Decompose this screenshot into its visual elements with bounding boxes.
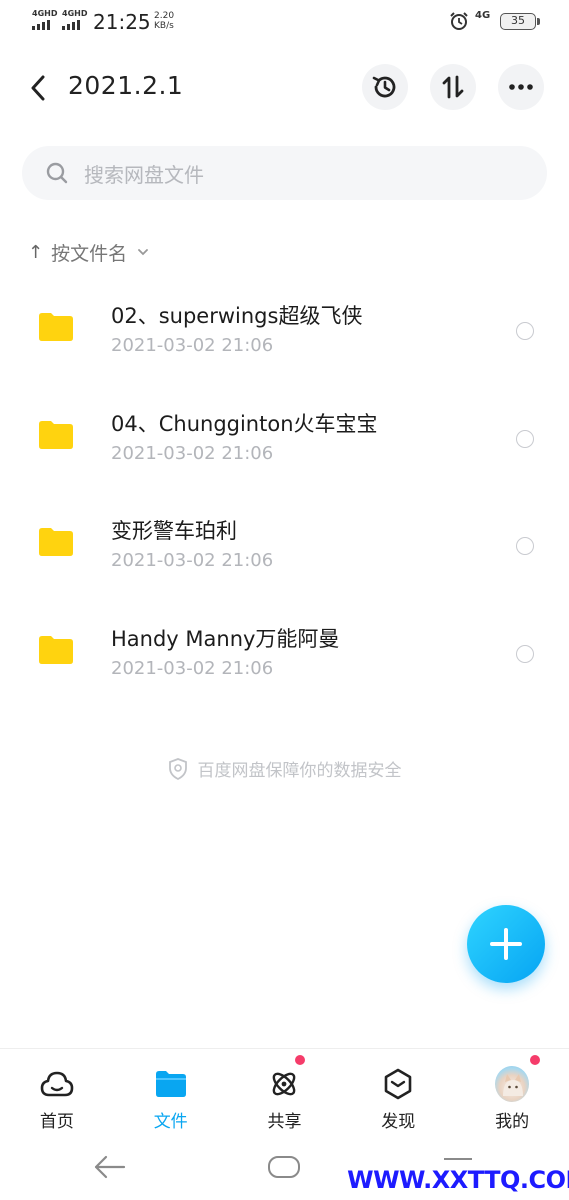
sort-selector[interactable]: ↑ 按文件名 <box>28 238 149 266</box>
network-speed: 2.20 KB/s <box>154 11 174 31</box>
add-button[interactable] <box>467 905 545 983</box>
file-name: 02、superwings超级飞侠 <box>111 304 363 328</box>
clock: 21:25 <box>93 10 151 34</box>
select-checkbox[interactable] <box>516 429 534 448</box>
select-checkbox[interactable] <box>516 322 534 340</box>
chevron-down-icon <box>138 249 149 256</box>
sort-direction-icon: ↑ <box>28 241 44 263</box>
alarm-icon <box>450 12 468 30</box>
folder-icon <box>39 313 73 341</box>
shield-icon <box>168 757 187 780</box>
speed-unit: KB/s <box>154 21 174 31</box>
nav-label: 我的 <box>495 1112 530 1132</box>
signal-indicator-2: 4GHD <box>62 10 87 30</box>
file-row[interactable]: Handy Manny万能阿曼 2021-03-02 21:06 <box>0 601 569 709</box>
sort-button[interactable] <box>430 64 476 110</box>
signal-label-2: 4GHD <box>62 9 88 18</box>
folder-icon <box>39 528 73 556</box>
search-icon <box>46 162 68 184</box>
network-type: 4G <box>475 10 491 21</box>
plus-icon <box>490 928 522 960</box>
nav-label: 文件 <box>153 1112 188 1132</box>
security-note-text: 百度网盘保障你的数据安全 <box>197 761 402 781</box>
nav-label: 共享 <box>267 1112 302 1132</box>
avatar <box>495 1066 530 1102</box>
nav-item-discover[interactable]: 发现 <box>341 1049 455 1138</box>
file-list: 02、superwings超级飞侠 2021-03-02 21:06 04、Ch… <box>0 278 569 708</box>
nav-item-files[interactable]: 文件 <box>114 1049 228 1138</box>
file-row[interactable]: 变形警车珀利 2021-03-02 21:06 <box>0 493 569 601</box>
sort-label: 按文件名 <box>51 242 128 265</box>
file-name: Handy Manny万能阿曼 <box>111 626 340 651</box>
battery-indicator: 35 <box>500 13 540 30</box>
select-checkbox[interactable] <box>516 537 534 555</box>
folder-icon <box>39 635 73 664</box>
top-app-bar: 2021.2.1 <box>0 58 569 118</box>
sort-icon <box>442 75 464 99</box>
file-date: 2021-03-02 21:06 <box>111 335 274 356</box>
nav-item-share[interactable]: 共享 <box>228 1049 342 1138</box>
atom-icon <box>267 1067 301 1101</box>
nav-label: 发现 <box>381 1112 416 1132</box>
notification-badge <box>294 1055 305 1065</box>
page-title: 2021.2.1 <box>68 71 184 100</box>
security-note: 百度网盘保障你的数据安全 <box>0 756 569 781</box>
select-checkbox[interactable] <box>516 644 534 663</box>
folder-icon <box>154 1067 188 1101</box>
file-date: 2021-03-02 21:06 <box>111 442 274 464</box>
nav-item-home[interactable]: 首页 <box>0 1049 114 1138</box>
signal-indicator-1: 4GHD <box>32 10 57 30</box>
file-date: 2021-03-02 21:06 <box>111 657 274 679</box>
status-bar: 4GHD 4GHD 21:25 2.20 KB/s 4G 35 <box>0 0 569 44</box>
file-row[interactable]: 02、superwings超级飞侠 2021-03-02 21:06 <box>0 278 569 386</box>
system-back-icon[interactable] <box>94 1154 126 1180</box>
nav-item-me[interactable]: 我的 <box>455 1049 569 1138</box>
file-date: 2021-03-02 21:06 <box>111 550 274 571</box>
more-icon <box>509 84 533 90</box>
speed-value: 2.20 <box>154 11 175 21</box>
history-icon <box>372 76 396 98</box>
search-input[interactable]: 搜索网盘文件 <box>84 159 204 188</box>
discover-icon <box>381 1067 415 1101</box>
back-icon <box>31 75 45 101</box>
history-button[interactable] <box>362 64 408 110</box>
back-button[interactable] <box>20 68 56 108</box>
notification-badge <box>530 1055 541 1065</box>
watermark-text: WWW.XXTTQ.COM <box>347 1163 569 1197</box>
file-name: 变形警车珀利 <box>111 519 237 543</box>
file-name: 04、Chungginton火车宝宝 <box>111 411 378 436</box>
more-button[interactable] <box>498 64 544 110</box>
cloud-home-icon <box>40 1067 74 1101</box>
nav-label: 首页 <box>39 1112 74 1132</box>
system-home-button[interactable] <box>268 1156 300 1178</box>
folder-icon <box>39 420 73 449</box>
search-bar[interactable]: 搜索网盘文件 <box>22 146 547 200</box>
bottom-nav: 首页 文件 共享 发现 我的 <box>0 1048 569 1138</box>
signal-label-1: 4GHD <box>32 9 58 18</box>
file-row[interactable]: 04、Chungginton火车宝宝 2021-03-02 21:06 <box>0 386 569 494</box>
